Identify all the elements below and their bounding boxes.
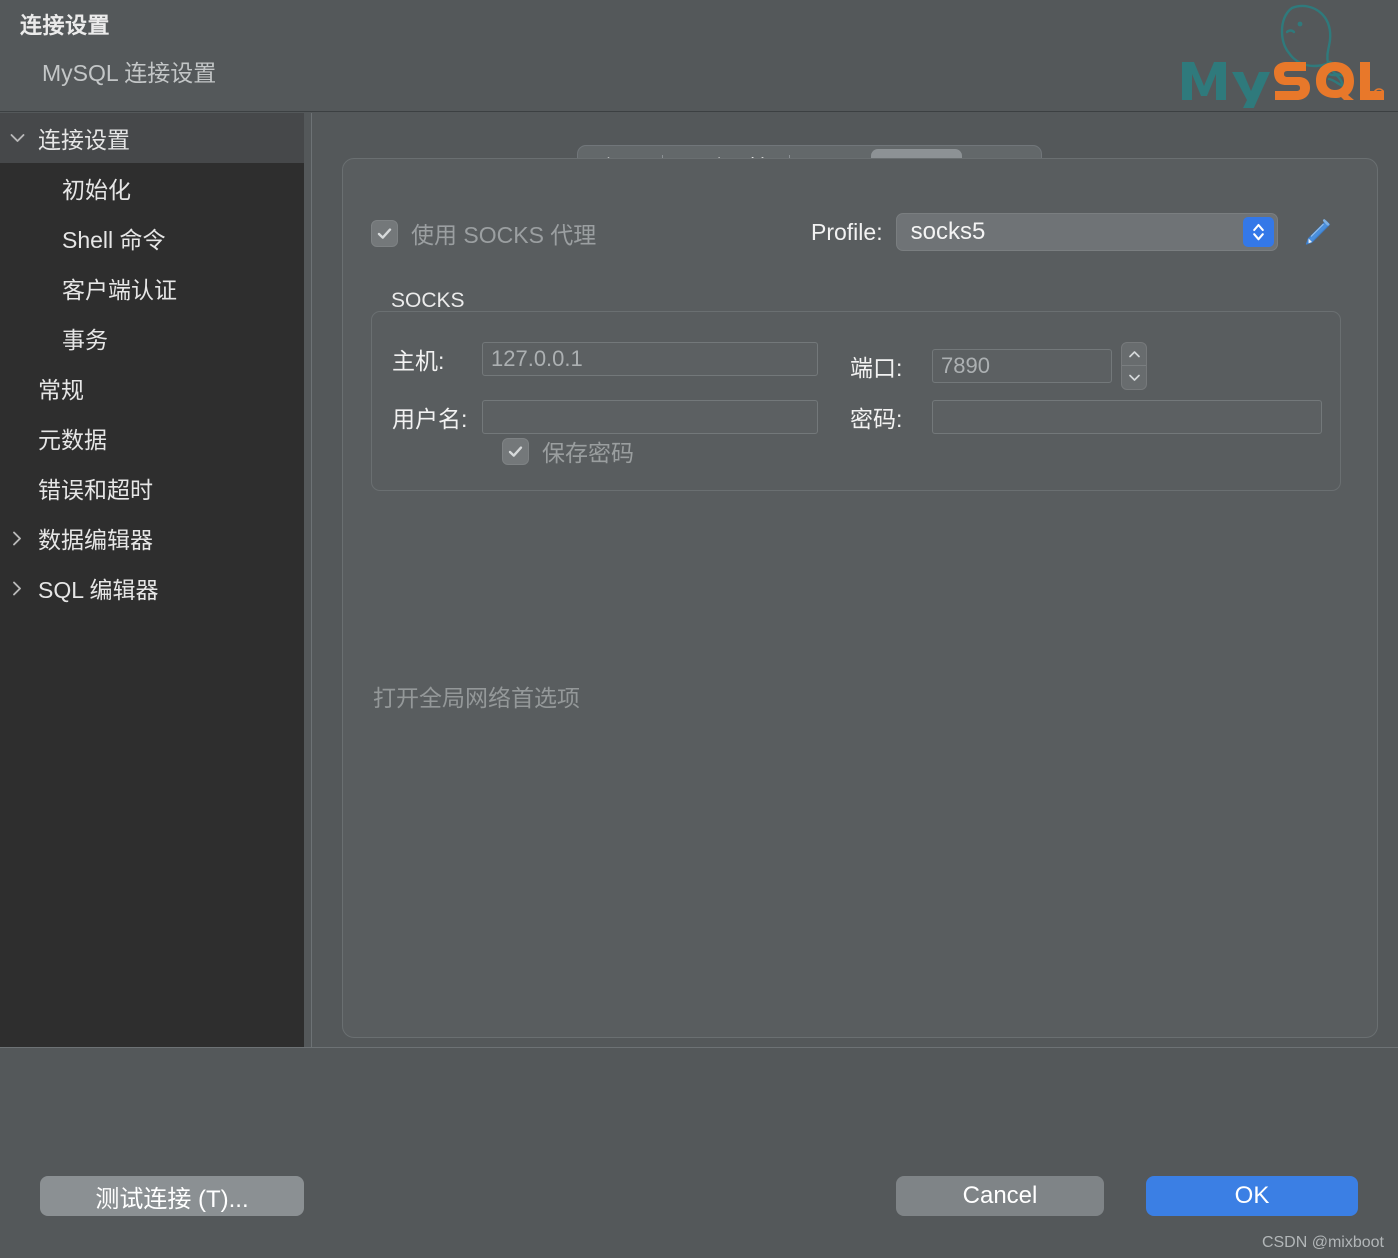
proxy-settings-panel: 使用 SOCKS 代理 Profile: socks5	[342, 158, 1378, 1038]
chevron-down-icon[interactable]	[1122, 366, 1146, 389]
port-label: 端口:	[850, 349, 932, 383]
host-input[interactable]: 127.0.0.1	[482, 342, 818, 376]
sidebar-item-label: 客户端认证	[62, 271, 177, 305]
page-subtitle: MySQL 连接设置	[42, 54, 216, 88]
chevron-up-icon[interactable]	[1122, 343, 1146, 366]
sidebar-item-label: 错误和超时	[38, 471, 153, 505]
sidebar-item-label: 元数据	[38, 421, 107, 455]
sidebar-item-9[interactable]: SQL 编辑器	[0, 563, 304, 613]
sidebar-item-label: SQL 编辑器	[38, 571, 159, 605]
sidebar-item-label: 初始化	[62, 171, 131, 205]
profile-row: Profile: socks5	[811, 213, 1334, 251]
ok-button[interactable]: OK	[1146, 1176, 1358, 1216]
watermark: CSDN @mixboot	[1262, 1234, 1384, 1252]
socks-group-title: SOCKS	[391, 289, 465, 313]
socks-group-box: 主机: 127.0.0.1 端口: 7890	[371, 311, 1341, 491]
sidebar-item-0[interactable]: 连接设置	[0, 113, 304, 163]
page-title: 连接设置	[20, 8, 110, 40]
dialog-footer	[0, 1048, 1398, 1258]
use-socks-proxy-label: 使用 SOCKS 代理	[411, 216, 596, 250]
save-password-checkbox[interactable]: 保存密码	[502, 434, 634, 468]
username-input[interactable]	[482, 400, 818, 434]
profile-selected-value: socks5	[897, 218, 986, 246]
checkbox-checked-icon	[502, 438, 529, 465]
save-password-label: 保存密码	[542, 434, 634, 468]
test-connection-button[interactable]: 测试连接 (T)...	[40, 1176, 304, 1216]
checkbox-checked-icon	[371, 220, 398, 247]
sidebar-item-1[interactable]: 初始化	[0, 163, 304, 213]
sidebar-item-5[interactable]: 常规	[0, 363, 304, 413]
sidebar-item-3[interactable]: 客户端认证	[0, 263, 304, 313]
main-panel: 主要驱动属性SSHProxySSL 使用 SOCKS 代理 Profile: s…	[312, 113, 1398, 1047]
sidebar-item-8[interactable]: 数据编辑器	[0, 513, 304, 563]
sidebar-item-label: 连接设置	[38, 121, 130, 155]
mysql-logo: R	[1174, 2, 1384, 108]
settings-sidebar[interactable]: 连接设置初始化 Shell 命令客户端认证事务常规元数据错误和超时数据编辑器 SQL…	[0, 113, 304, 1047]
open-network-preferences-link[interactable]: 打开全局网络首选项	[373, 679, 580, 713]
sidebar-item-4[interactable]: 事务	[0, 313, 304, 363]
chevron-updown-icon[interactable]	[1243, 217, 1274, 247]
profile-select[interactable]: socks5	[896, 213, 1278, 251]
cancel-button[interactable]: Cancel	[896, 1176, 1104, 1216]
password-input[interactable]	[932, 400, 1322, 434]
connection-settings-dialog: 连接设置 MySQL 连接设置	[0, 0, 1398, 1258]
password-label: 密码:	[850, 400, 932, 434]
pencil-icon[interactable]	[1300, 215, 1334, 249]
sidebar-item-label: 数据编辑器	[38, 521, 153, 555]
sidebar-item-2[interactable]: Shell 命令	[0, 213, 304, 263]
svg-text:R: R	[1376, 93, 1381, 100]
chevron-right-icon[interactable]	[0, 530, 34, 547]
sidebar-item-label: Shell 命令	[62, 221, 166, 255]
username-label: 用户名:	[392, 400, 482, 434]
host-label: 主机:	[392, 342, 482, 376]
sidebar-item-label: 事务	[62, 321, 108, 355]
chevron-right-icon[interactable]	[0, 580, 34, 597]
port-stepper[interactable]	[1121, 342, 1147, 390]
sidebar-item-label: 常规	[38, 371, 84, 405]
sidebar-item-6[interactable]: 元数据	[0, 413, 304, 463]
port-input[interactable]: 7890	[932, 349, 1112, 383]
chevron-down-icon[interactable]	[0, 132, 34, 144]
dialog-header: 连接设置 MySQL 连接设置	[0, 0, 1398, 112]
sidebar-item-7[interactable]: 错误和超时	[0, 463, 304, 513]
profile-label: Profile:	[811, 219, 883, 246]
use-socks-proxy-checkbox[interactable]: 使用 SOCKS 代理	[371, 216, 596, 250]
